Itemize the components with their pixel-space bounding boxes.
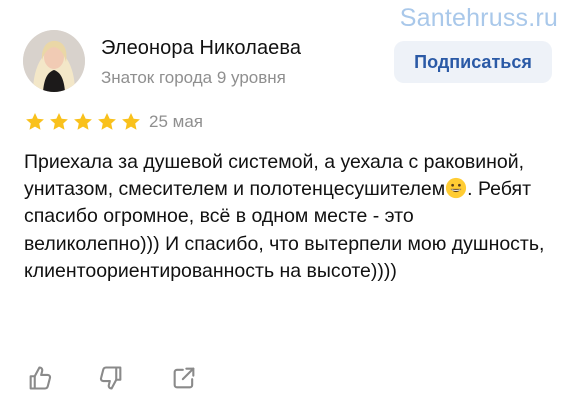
star-icon: [98, 113, 116, 130]
share-button[interactable]: [168, 362, 200, 394]
like-button[interactable]: [24, 362, 56, 394]
avatar-image: [23, 30, 85, 92]
dislike-button[interactable]: [95, 362, 127, 394]
share-icon: [173, 367, 195, 389]
star-icon: [26, 113, 44, 130]
thumbs-up-icon: [29, 366, 52, 390]
star-icon: [122, 113, 140, 130]
author-name[interactable]: Элеонора Николаева: [101, 37, 301, 60]
star-icon: [50, 113, 68, 130]
grinning-face-emoji-icon: [445, 177, 467, 199]
review-actions: [24, 362, 200, 394]
author-status: Знаток города 9 уровня: [101, 68, 286, 87]
review-date: 25 мая: [149, 112, 203, 131]
watermark-text: Santehruss.ru: [399, 4, 558, 32]
thumbs-down-icon: [99, 366, 122, 390]
rating-stars: [24, 111, 142, 133]
avatar[interactable]: [23, 30, 85, 92]
star-icon: [74, 113, 92, 130]
subscribe-button[interactable]: Подписаться: [394, 41, 552, 83]
review-text: Приехала за душевой системой, а уехала с…: [24, 149, 552, 285]
